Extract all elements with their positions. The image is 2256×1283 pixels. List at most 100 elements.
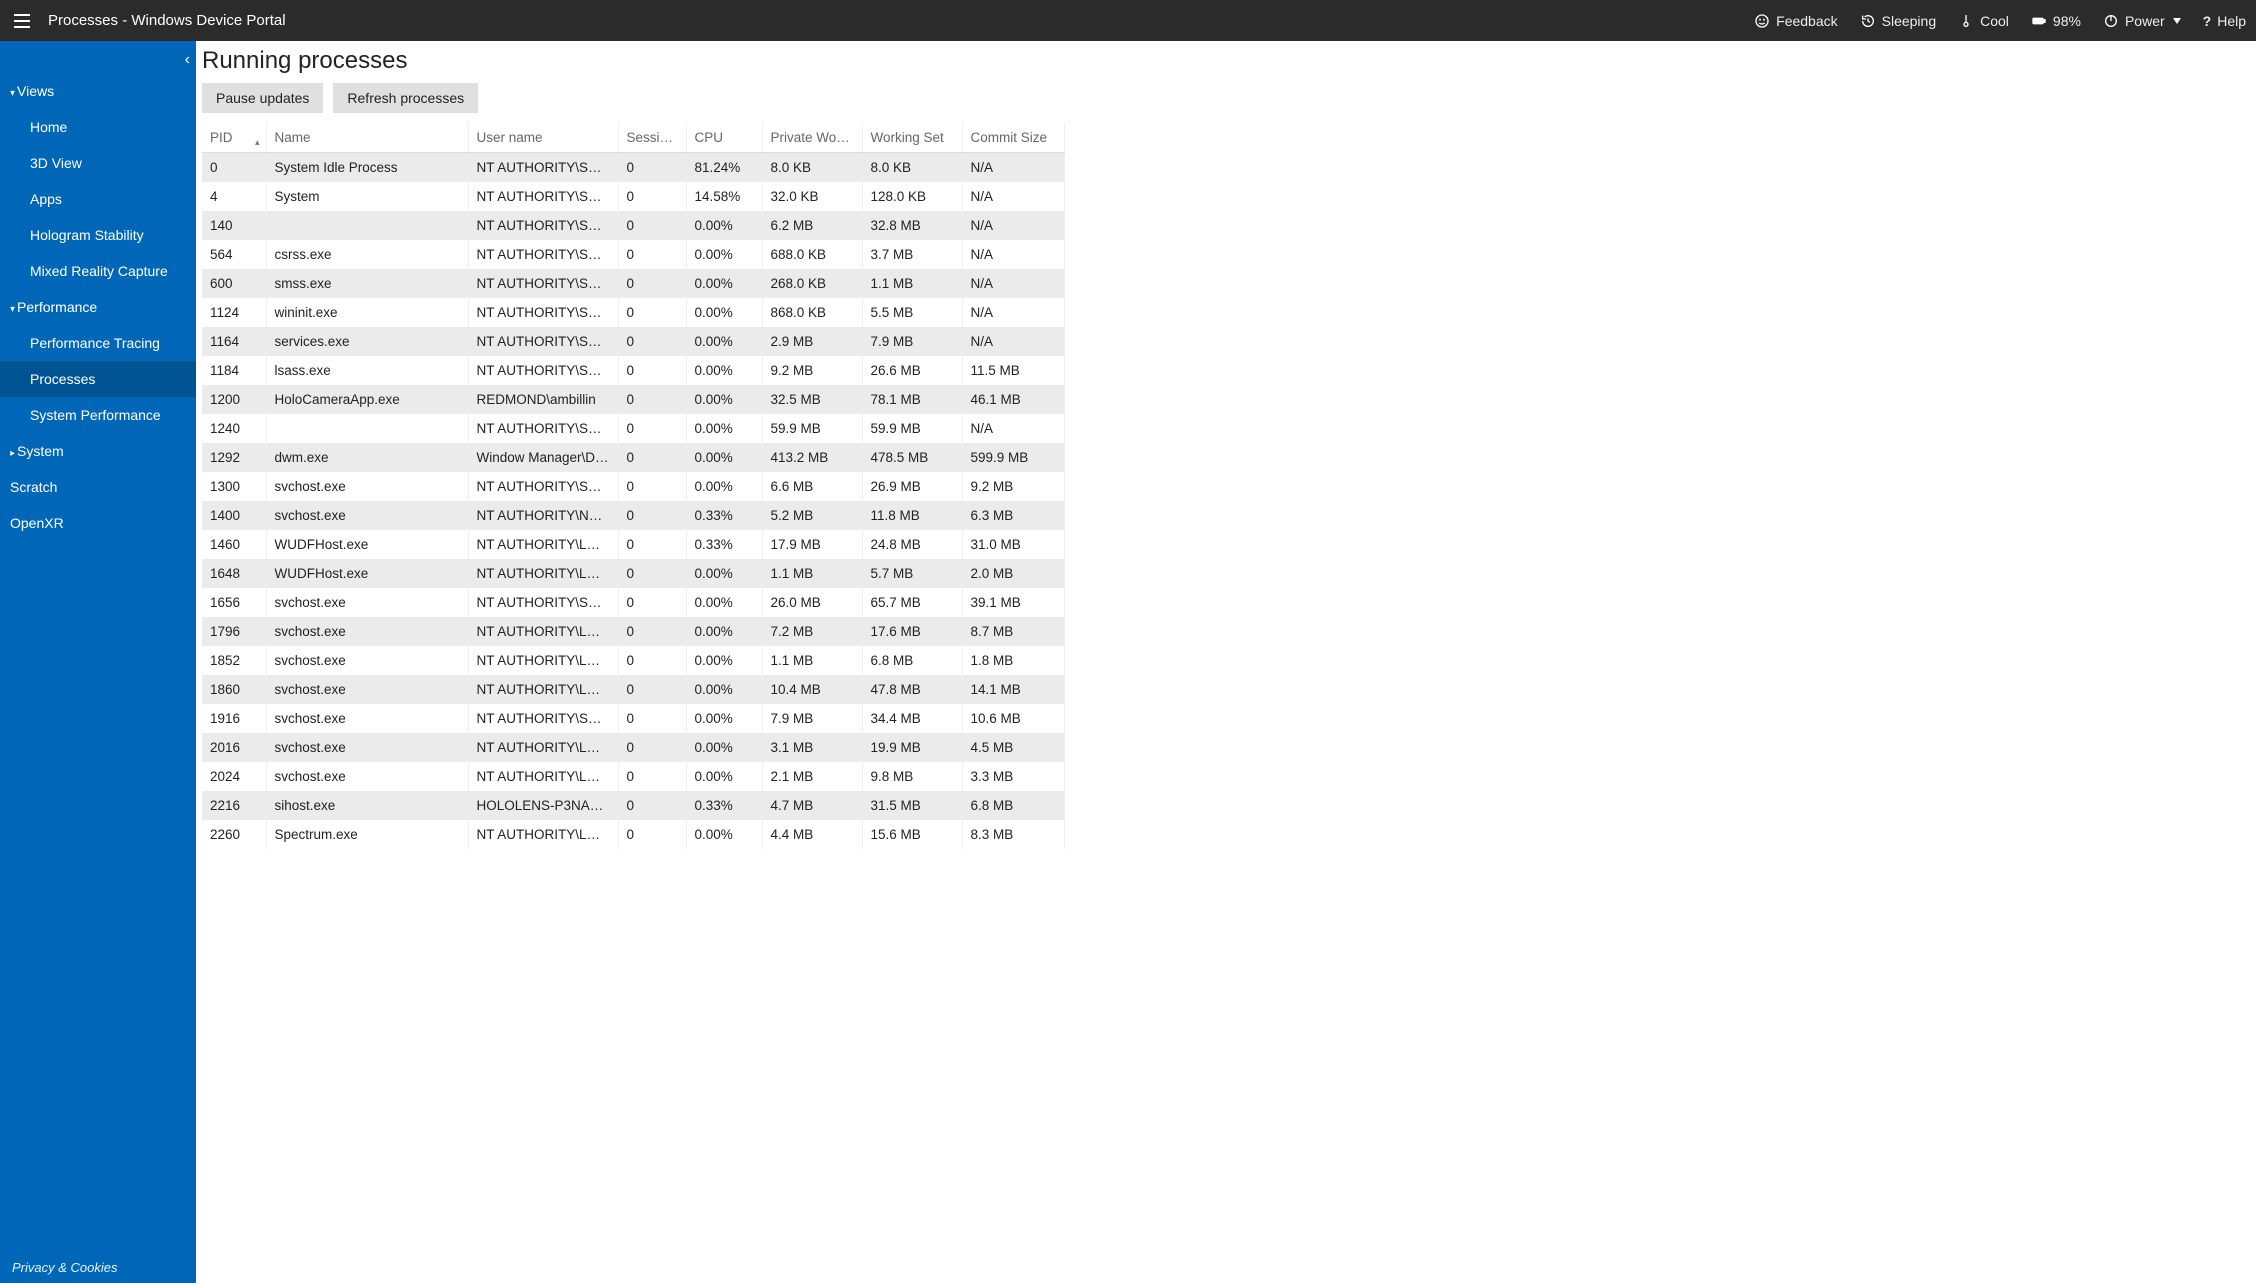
cell-pws: 7.9 MB	[762, 704, 862, 733]
refresh-processes-button[interactable]: Refresh processes	[333, 83, 478, 113]
cell-cs: 3.3 MB	[962, 762, 1064, 791]
table-row[interactable]: 1292dwm.exeWindow Manager\DWM…00.00%413.…	[202, 443, 1064, 472]
table-row[interactable]: 2024svchost.exeNT AUTHORITY\LOCAL …00.00…	[202, 762, 1064, 791]
table-row[interactable]: 2016svchost.exeNT AUTHORITY\LOCAL …00.00…	[202, 733, 1064, 762]
cell-pid: 1292	[202, 443, 266, 472]
cell-sid: 0	[618, 820, 686, 849]
nav-item-home[interactable]: Home	[0, 109, 196, 145]
nav-group-system[interactable]: System	[0, 433, 196, 469]
nav-item-mixed-reality-capture[interactable]: Mixed Reality Capture	[0, 253, 196, 289]
table-row[interactable]: 1796svchost.exeNT AUTHORITY\LOCAL …00.00…	[202, 617, 1064, 646]
table-row[interactable]: 1124wininit.exeNT AUTHORITY\SYSTEM00.00%…	[202, 298, 1064, 327]
col-header-cs[interactable]: Commit Size	[962, 123, 1064, 153]
cell-ws: 6.8 MB	[862, 646, 962, 675]
cell-name: svchost.exe	[266, 675, 468, 704]
thermal-label: Cool	[1980, 13, 2009, 29]
table-row[interactable]: 564csrss.exeNT AUTHORITY\SYSTEM00.00%688…	[202, 240, 1064, 269]
nav-item-apps[interactable]: Apps	[0, 181, 196, 217]
cell-sid: 0	[618, 762, 686, 791]
privacy-link[interactable]: Privacy & Cookies	[0, 1252, 196, 1283]
cell-pid: 1852	[202, 646, 266, 675]
nav-item-3d-view[interactable]: 3D View	[0, 145, 196, 181]
cell-pws: 3.1 MB	[762, 733, 862, 762]
cell-cs: N/A	[962, 240, 1064, 269]
cell-ws: 15.6 MB	[862, 820, 962, 849]
thermometer-icon	[1958, 13, 1974, 29]
table-row[interactable]: 1300svchost.exeNT AUTHORITY\SYSTEM00.00%…	[202, 472, 1064, 501]
table-row[interactable]: 2216sihost.exeHOLOLENS-P3NAQ6\De…00.33%4…	[202, 791, 1064, 820]
cell-ws: 34.4 MB	[862, 704, 962, 733]
cell-ws: 9.8 MB	[862, 762, 962, 791]
col-header-user[interactable]: User name	[468, 123, 618, 153]
battery-status[interactable]: 98%	[2031, 13, 2081, 29]
cell-cs: 2.0 MB	[962, 559, 1064, 588]
help-button[interactable]: ? Help	[2203, 13, 2246, 29]
table-row[interactable]: 1164services.exeNT AUTHORITY\SYSTEM00.00…	[202, 327, 1064, 356]
nav-item-hologram-stability[interactable]: Hologram Stability	[0, 217, 196, 253]
cell-cs: 4.5 MB	[962, 733, 1064, 762]
cell-pws: 688.0 KB	[762, 240, 862, 269]
cell-pid: 1796	[202, 617, 266, 646]
thermal-status[interactable]: Cool	[1958, 13, 2009, 29]
cell-sid: 0	[618, 675, 686, 704]
cell-name: svchost.exe	[266, 646, 468, 675]
pause-updates-button[interactable]: Pause updates	[202, 83, 323, 113]
power-menu[interactable]: Power	[2103, 13, 2181, 29]
table-row[interactable]: 600smss.exeNT AUTHORITY\SYSTEM00.00%268.…	[202, 269, 1064, 298]
table-row[interactable]: 4SystemNT AUTHORITY\SYSTEM014.58%32.0 KB…	[202, 182, 1064, 211]
table-row[interactable]: 1400svchost.exeNT AUTHORITY\NETWO…00.33%…	[202, 501, 1064, 530]
table-row[interactable]: 1656svchost.exeNT AUTHORITY\SYSTEM00.00%…	[202, 588, 1064, 617]
table-row[interactable]: 140NT AUTHORITY\SYSTEM00.00%6.2 MB32.8 M…	[202, 211, 1064, 240]
cell-pid: 1860	[202, 675, 266, 704]
table-row[interactable]: 1200HoloCameraApp.exeREDMOND\ambillin00.…	[202, 385, 1064, 414]
cell-pid: 564	[202, 240, 266, 269]
nav-item-openxr[interactable]: OpenXR	[0, 505, 196, 541]
nav-item-system-performance[interactable]: System Performance	[0, 397, 196, 433]
cell-pws: 6.2 MB	[762, 211, 862, 240]
cell-cpu: 0.00%	[686, 733, 762, 762]
help-label: Help	[2217, 13, 2246, 29]
cell-sid: 0	[618, 733, 686, 762]
nav-group-views[interactable]: Views	[0, 73, 196, 109]
table-row[interactable]: 1860svchost.exeNT AUTHORITY\LOCAL …00.00…	[202, 675, 1064, 704]
cell-pws: 5.2 MB	[762, 501, 862, 530]
col-header-sessionid[interactable]: Session Id	[618, 123, 686, 153]
cell-name: svchost.exe	[266, 704, 468, 733]
feedback-button[interactable]: Feedback	[1754, 13, 1837, 29]
table-row[interactable]: 1460WUDFHost.exeNT AUTHORITY\LOCAL …00.3…	[202, 530, 1064, 559]
process-table-scroll[interactable]: PID▴ Name User name Session Id CPU Priva…	[202, 123, 1082, 1283]
hamburger-menu-icon[interactable]	[10, 9, 34, 33]
table-row[interactable]: 2260Spectrum.exeNT AUTHORITY\LOCAL …00.0…	[202, 820, 1064, 849]
sleeping-status[interactable]: Sleeping	[1860, 13, 1937, 29]
cell-cs: 31.0 MB	[962, 530, 1064, 559]
cell-name: smss.exe	[266, 269, 468, 298]
cell-ws: 8.0 KB	[862, 153, 962, 183]
cell-cpu: 14.58%	[686, 182, 762, 211]
cell-cpu: 0.33%	[686, 530, 762, 559]
table-row[interactable]: 1916svchost.exeNT AUTHORITY\SYSTEM00.00%…	[202, 704, 1064, 733]
col-header-ws[interactable]: Working Set	[862, 123, 962, 153]
cell-cpu: 0.00%	[686, 588, 762, 617]
cell-name: System Idle Process	[266, 153, 468, 183]
table-row[interactable]: 1184lsass.exeNT AUTHORITY\SYSTEM00.00%9.…	[202, 356, 1064, 385]
table-row[interactable]: 1240NT AUTHORITY\SYSTEM00.00%59.9 MB59.9…	[202, 414, 1064, 443]
nav-group-performance[interactable]: Performance	[0, 289, 196, 325]
cell-cpu: 0.00%	[686, 646, 762, 675]
cell-user: NT AUTHORITY\SYSTEM	[468, 240, 618, 269]
cell-user: NT AUTHORITY\NETWO…	[468, 501, 618, 530]
col-header-pid[interactable]: PID▴	[202, 123, 266, 153]
table-row[interactable]: 1648WUDFHost.exeNT AUTHORITY\LOCAL …00.0…	[202, 559, 1064, 588]
nav-item-processes[interactable]: Processes	[0, 361, 196, 397]
sidebar-collapse-icon[interactable]: ‹	[185, 51, 190, 69]
col-header-cpu[interactable]: CPU	[686, 123, 762, 153]
nav-item-performance-tracing[interactable]: Performance Tracing	[0, 325, 196, 361]
table-row[interactable]: 0System Idle ProcessNT AUTHORITY\SYSTEM0…	[202, 153, 1064, 183]
col-header-pws[interactable]: Private Working Set	[762, 123, 862, 153]
cell-pid: 1300	[202, 472, 266, 501]
cell-pws: 268.0 KB	[762, 269, 862, 298]
nav-item-scratch[interactable]: Scratch	[0, 469, 196, 505]
col-header-name[interactable]: Name	[266, 123, 468, 153]
table-row[interactable]: 1852svchost.exeNT AUTHORITY\LOCAL …00.00…	[202, 646, 1064, 675]
sort-indicator-icon: ▴	[255, 137, 260, 148]
cell-user: NT AUTHORITY\LOCAL …	[468, 617, 618, 646]
